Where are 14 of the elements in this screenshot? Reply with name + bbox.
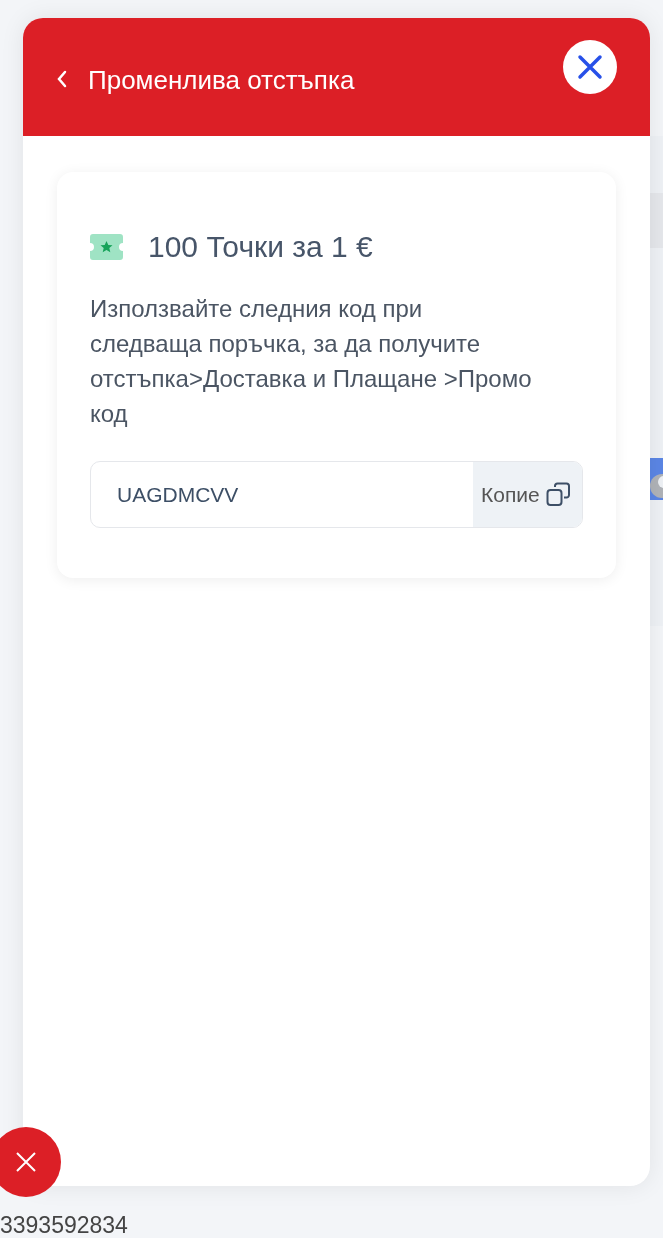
close-button[interactable] xyxy=(563,40,617,94)
voucher-description: Използвайте следния код при следваща поръчка, за да получите отстъпка>Доставка и Плащане >Промо код xyxy=(90,294,533,429)
sheet-title: Променлива отстъпка xyxy=(88,63,355,97)
close-icon xyxy=(15,1151,37,1173)
order-number: 3393592834 xyxy=(0,1211,128,1238)
voucher-title: 100 Точки за 1 € xyxy=(148,229,373,265)
back-icon[interactable] xyxy=(56,70,68,88)
close-icon xyxy=(577,54,603,80)
ticket-icon xyxy=(90,233,123,260)
copy-icon xyxy=(545,482,571,507)
promo-code: UAGDMCVV xyxy=(116,481,240,508)
promo-code-field[interactable]: UAGDMCVV Копие xyxy=(90,461,583,528)
copy-button[interactable]: Копие xyxy=(473,462,582,527)
close-button[interactable] xyxy=(0,1127,61,1197)
